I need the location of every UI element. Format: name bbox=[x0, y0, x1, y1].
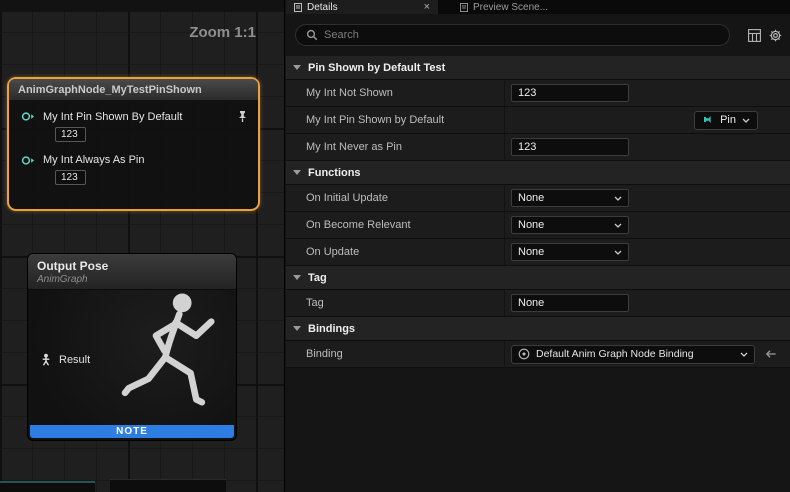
property-label: On Initial Update bbox=[286, 185, 505, 211]
chevron-down-icon bbox=[742, 118, 750, 123]
result-pin-row: Result bbox=[40, 353, 90, 366]
settings-gear-icon[interactable] bbox=[769, 29, 782, 42]
section-header-bindings[interactable]: Bindings bbox=[286, 317, 790, 341]
section-title: Tag bbox=[308, 272, 327, 284]
pin-label: My Int Always As Pin bbox=[43, 154, 144, 166]
pose-pin-icon[interactable] bbox=[40, 353, 52, 366]
pin-icon bbox=[702, 114, 714, 126]
preview-scene-tab-icon bbox=[460, 3, 468, 12]
chevron-down-icon bbox=[293, 326, 301, 331]
chevron-down-icon bbox=[614, 223, 622, 228]
chevron-down-icon bbox=[614, 196, 622, 201]
dropdown-value: None bbox=[518, 246, 544, 258]
unpin-icon[interactable] bbox=[237, 110, 248, 123]
output-pose-node[interactable]: Output Pose AnimGraph bbox=[27, 253, 237, 441]
mannequin-image bbox=[106, 286, 234, 436]
on-become-relevant-dropdown[interactable]: None bbox=[511, 216, 629, 234]
section-header-pin-shown[interactable]: Pin Shown by Default Test bbox=[286, 56, 790, 80]
section-title: Functions bbox=[308, 167, 361, 179]
partial-node[interactable] bbox=[110, 479, 226, 492]
pin-value-input[interactable]: 123 bbox=[55, 170, 86, 185]
result-pin-label: Result bbox=[59, 354, 90, 366]
details-tab-icon bbox=[294, 3, 302, 12]
chevron-down-icon bbox=[740, 352, 748, 357]
dropdown-value: None bbox=[518, 219, 544, 231]
node-subtitle: AnimGraph bbox=[37, 274, 227, 285]
property-label: On Become Relevant bbox=[286, 212, 505, 238]
close-icon[interactable]: × bbox=[424, 2, 430, 12]
property-row: My Int Not Shown 123 bbox=[286, 80, 790, 107]
on-update-dropdown[interactable]: None bbox=[511, 243, 629, 261]
zoom-level-label: Zoom 1:1 bbox=[189, 24, 256, 41]
node-title: Output Pose bbox=[37, 259, 227, 273]
anim-graph-canvas[interactable]: Zoom 1:1 AnimGraphNode_MyTestPinShown My… bbox=[0, 0, 285, 492]
node-header[interactable]: Output Pose AnimGraph bbox=[28, 254, 236, 290]
pin-label: My Int Pin Shown By Default bbox=[43, 111, 182, 123]
node-title[interactable]: AnimGraphNode_MyTestPinShown bbox=[9, 79, 258, 101]
property-label: Tag bbox=[286, 290, 505, 316]
binding-value: Default Anim Graph Node Binding bbox=[536, 348, 694, 360]
section-header-functions[interactable]: Functions bbox=[286, 161, 790, 185]
search-icon bbox=[306, 29, 318, 41]
property-label: My Int Not Shown bbox=[286, 80, 505, 106]
note-bubble[interactable]: NOTE bbox=[30, 425, 234, 438]
my-int-never-as-pin-input[interactable]: 123 bbox=[511, 138, 629, 156]
tag-input[interactable]: None bbox=[511, 294, 629, 312]
tab-preview-scene[interactable]: Preview Scene... bbox=[452, 0, 556, 14]
tab-label: Preview Scene... bbox=[473, 2, 548, 13]
property-label: My Int Never as Pin bbox=[286, 134, 505, 160]
chevron-down-icon bbox=[293, 275, 301, 280]
property-row: On Initial Update None bbox=[286, 185, 790, 212]
dropdown-value: None bbox=[518, 192, 544, 204]
tab-details[interactable]: Details × bbox=[286, 0, 438, 14]
pin-row: My Int Always As Pin bbox=[21, 154, 248, 166]
tab-label: Details bbox=[307, 2, 338, 13]
search-placeholder: Search bbox=[324, 29, 359, 41]
property-row: On Become Relevant None bbox=[286, 212, 790, 239]
property-row: Binding Default Anim Graph Node Binding bbox=[286, 341, 790, 368]
binding-dropdown[interactable]: Default Anim Graph Node Binding bbox=[511, 345, 755, 364]
binding-icon bbox=[518, 348, 530, 360]
details-toolbar: Search bbox=[286, 14, 790, 56]
pin-value-input[interactable]: 123 bbox=[55, 127, 86, 142]
property-label: On Update bbox=[286, 239, 505, 265]
reset-to-default-icon[interactable] bbox=[764, 349, 777, 359]
pin-state-dropdown[interactable]: Pin bbox=[694, 111, 758, 130]
chevron-down-icon bbox=[293, 170, 301, 175]
panel-tab-bar: Details × Preview Scene... bbox=[286, 0, 790, 14]
property-label: Binding bbox=[286, 341, 505, 367]
pin-dropdown-label: Pin bbox=[720, 114, 736, 126]
chevron-down-icon bbox=[614, 250, 622, 255]
property-sections: Pin Shown by Default Test My Int Not Sho… bbox=[286, 56, 790, 368]
partial-node[interactable] bbox=[0, 481, 95, 492]
anim-graph-node-selected[interactable]: AnimGraphNode_MyTestPinShown My Int Pin … bbox=[7, 77, 260, 211]
display-filter-icon[interactable] bbox=[748, 29, 761, 42]
section-header-tag[interactable]: Tag bbox=[286, 266, 790, 290]
property-label: My Int Pin Shown by Default bbox=[286, 107, 505, 133]
graph-top-strip bbox=[0, 0, 284, 12]
unreal-editor-window: Zoom 1:1 AnimGraphNode_MyTestPinShown My… bbox=[0, 0, 790, 492]
pin-row: My Int Pin Shown By Default bbox=[21, 110, 248, 123]
property-row: On Update None bbox=[286, 239, 790, 266]
property-row: Tag None bbox=[286, 290, 790, 317]
property-row: My Int Never as Pin 123 bbox=[286, 134, 790, 161]
property-row: My Int Pin Shown by Default Pin bbox=[286, 107, 790, 134]
my-int-not-shown-input[interactable]: 123 bbox=[511, 84, 629, 102]
chevron-down-icon bbox=[293, 65, 301, 70]
section-title: Bindings bbox=[308, 323, 355, 335]
search-input[interactable]: Search bbox=[295, 24, 730, 46]
details-panel: Details × Preview Scene... bbox=[286, 0, 790, 492]
int-pin-icon[interactable] bbox=[21, 111, 36, 122]
on-initial-update-dropdown[interactable]: None bbox=[511, 189, 629, 207]
int-pin-icon[interactable] bbox=[21, 155, 36, 166]
section-title: Pin Shown by Default Test bbox=[308, 62, 445, 74]
